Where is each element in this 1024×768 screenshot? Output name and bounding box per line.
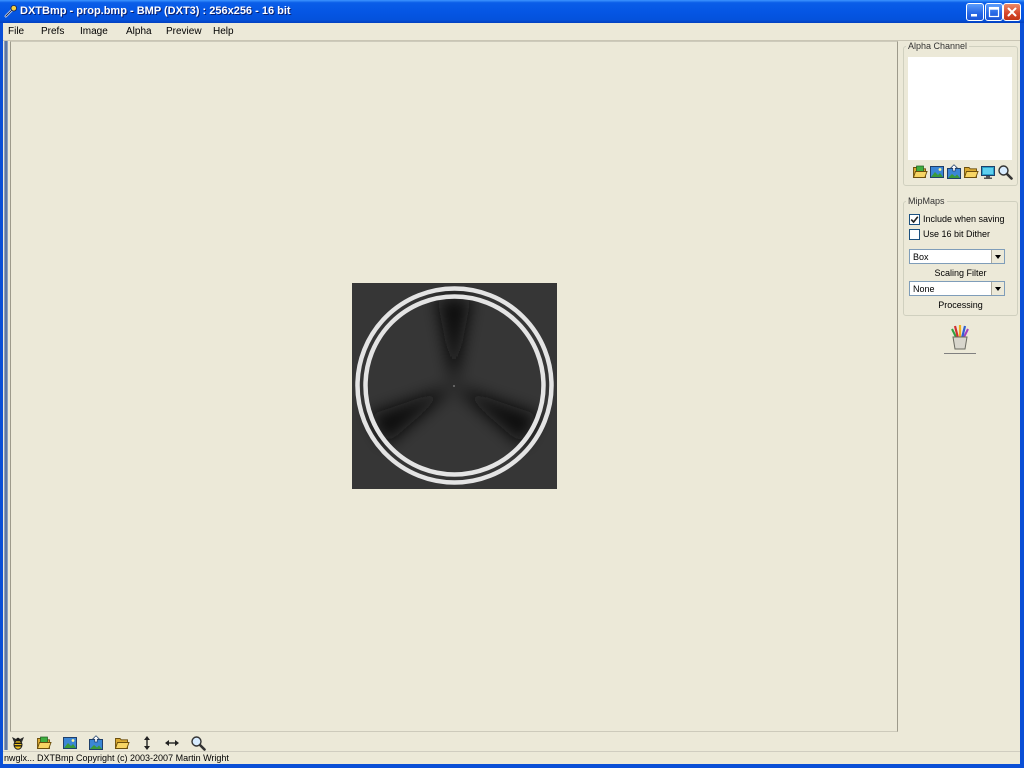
zoom-icon (190, 735, 206, 751)
alpha-display-button[interactable] (980, 164, 996, 180)
alpha-channel-title: Alpha Channel (906, 41, 970, 51)
processing-underline (944, 353, 976, 354)
folder-button[interactable] (114, 735, 130, 751)
title-bar[interactable]: DXTBmp - prop.bmp - BMP (DXT3) : 256x256… (0, 0, 1024, 23)
dxtbmp-app-icon[interactable] (3, 4, 18, 19)
checkmark-icon (910, 216, 919, 224)
flip-vertical-button[interactable] (139, 735, 155, 751)
alpha-preview[interactable] (908, 57, 1012, 160)
processing-button[interactable] (948, 323, 972, 351)
bug-button[interactable] (10, 735, 26, 751)
menu-preview[interactable]: Preview (164, 26, 204, 37)
folder-icon (963, 164, 979, 180)
scaling-filter-select[interactable]: Box (909, 249, 1005, 264)
scaling-filter-value: Box (913, 252, 929, 262)
include-when-saving-checkbox[interactable] (909, 214, 920, 225)
flip-horizontal-button[interactable] (164, 735, 180, 751)
zoom-icon (997, 164, 1013, 180)
processing-select[interactable]: None (909, 281, 1005, 296)
mipmaps-title: MipMaps (906, 196, 947, 206)
status-text: nwglx... DXTBmp Copyright (c) 2003-2007 … (4, 753, 229, 763)
processing-label: Processing (938, 300, 983, 310)
image-icon (929, 164, 945, 180)
texture-preview[interactable] (352, 283, 557, 489)
menu-help[interactable]: Help (211, 26, 236, 37)
alpha-image-button[interactable] (929, 164, 945, 180)
minimize-button[interactable] (966, 3, 984, 21)
include-when-saving-label[interactable]: Include when saving (923, 214, 1005, 224)
zoom-button[interactable] (190, 735, 206, 751)
scaling-filter-label: Scaling Filter (934, 268, 987, 278)
alpha-open-button[interactable] (912, 164, 928, 180)
close-button[interactable] (1003, 3, 1021, 21)
open-folder-icon (36, 735, 52, 751)
window-border-bottom[interactable] (0, 764, 1024, 768)
image-button[interactable] (62, 735, 78, 751)
alpha-save-button[interactable] (946, 164, 962, 180)
open-folder-icon (912, 164, 928, 180)
menu-alpha[interactable]: Alpha (124, 26, 154, 37)
display-icon (980, 164, 996, 180)
open-button[interactable] (36, 735, 52, 751)
maximize-button[interactable] (985, 3, 1003, 21)
image-canvas[interactable] (10, 41, 898, 732)
bug-icon (10, 735, 26, 751)
brushes-icon (948, 323, 972, 351)
use-16bit-dither-label[interactable]: Use 16 bit Dither (923, 229, 990, 239)
save-image-icon (946, 164, 962, 180)
save-image-button[interactable] (88, 735, 104, 751)
center-dot (453, 385, 455, 387)
save-image-icon (88, 735, 104, 751)
window-border-left[interactable] (0, 23, 3, 768)
image-icon (62, 735, 78, 751)
flip-horizontal-icon (164, 735, 180, 751)
alpha-folder-button[interactable] (963, 164, 979, 180)
use-16bit-dither-checkbox[interactable] (909, 229, 920, 240)
minimize-icon (971, 14, 977, 17)
alpha-zoom-button[interactable] (997, 164, 1013, 180)
window-title: DXTBmp - prop.bmp - BMP (DXT3) : 256x256… (20, 5, 291, 17)
maximize-icon (988, 6, 1000, 18)
bottom-toolbar (3, 732, 1020, 751)
folder-icon (114, 735, 130, 751)
menu-image[interactable]: Image (78, 26, 110, 37)
chevron-down-icon[interactable] (991, 282, 1004, 295)
chevron-down-icon[interactable] (991, 250, 1004, 263)
processing-value: None (913, 284, 935, 294)
status-bar: nwglx... DXTBmp Copyright (c) 2003-2007 … (3, 751, 1020, 764)
left-splitter[interactable] (4, 41, 8, 750)
flip-vertical-icon (139, 735, 155, 751)
close-icon (1007, 7, 1017, 17)
menu-prefs[interactable]: Prefs (39, 26, 66, 37)
window-border-right[interactable] (1020, 23, 1024, 768)
menu-file[interactable]: File (6, 26, 26, 37)
menu-bar: File Prefs Image Alpha Preview Help (3, 23, 1020, 40)
